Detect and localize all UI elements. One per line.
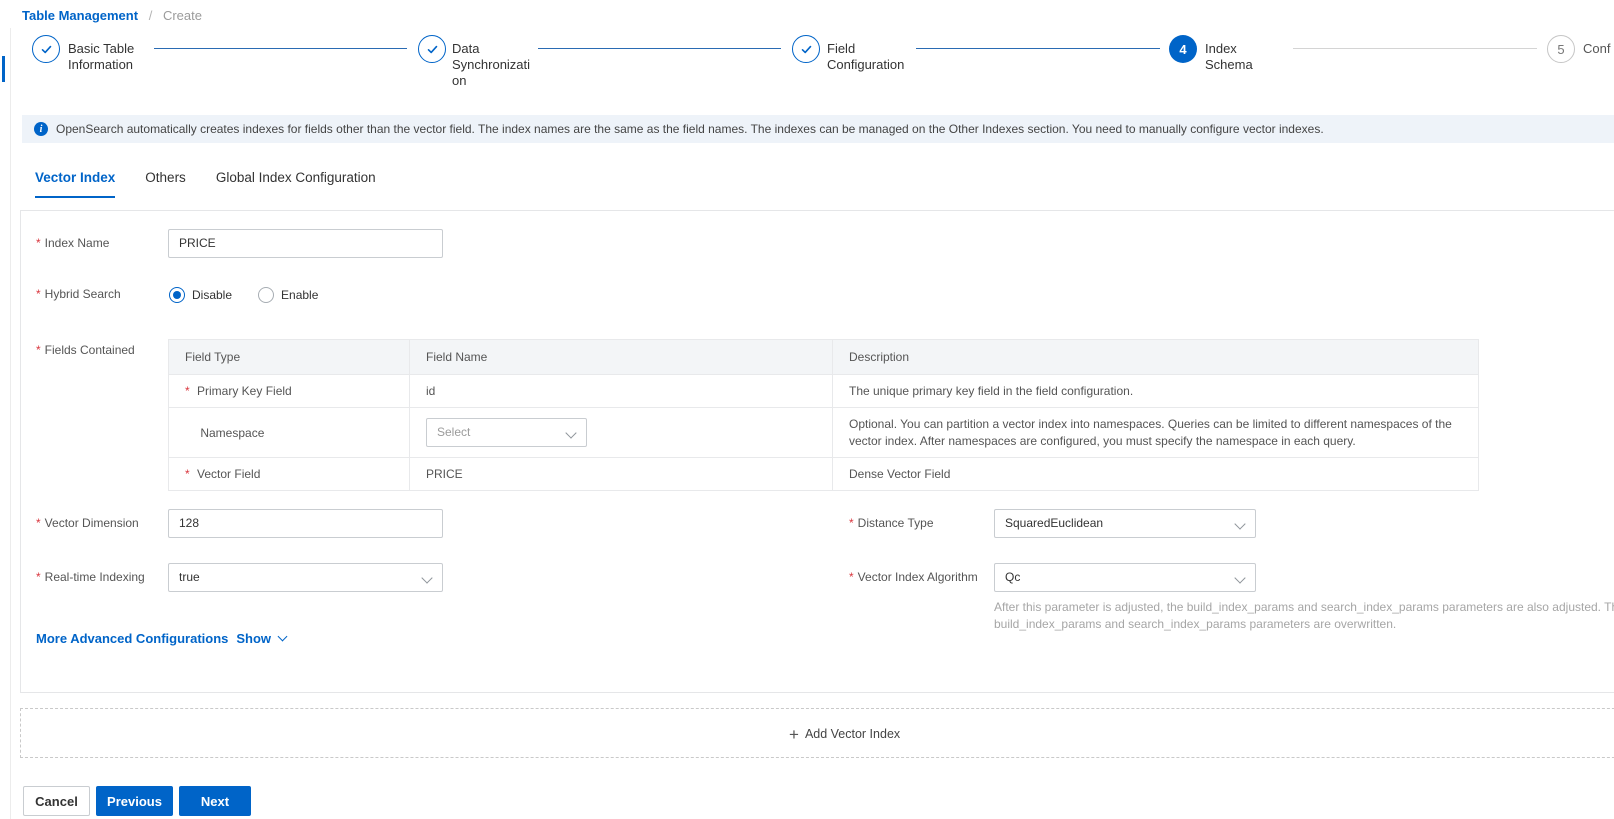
field-type-value: Primary Key Field [197, 384, 292, 398]
radio-dot-icon [258, 287, 275, 303]
required-marker: * [36, 570, 41, 584]
distance-type-label: * Distance Type [849, 516, 934, 530]
step-connector-2 [538, 48, 781, 49]
vector-dimension-label: * Vector Dimension [36, 516, 139, 530]
field-description: The unique primary key field in the fiel… [832, 374, 1479, 408]
column-header-field-type: Field Type [168, 339, 410, 375]
field-name-value: id [409, 374, 833, 408]
step-4-circle[interactable]: 4 [1169, 35, 1197, 63]
wizard-stepper: Basic Table Information Data Synchroniza… [0, 0, 1614, 100]
vector-index-algorithm-label: * Vector Index Algorithm [849, 570, 978, 584]
chevron-down-icon [565, 427, 577, 439]
realtime-indexing-select[interactable]: true [168, 563, 443, 592]
column-header-field-name: Field Name [409, 339, 833, 375]
tab-global-index-configuration[interactable]: Global Index Configuration [216, 170, 376, 198]
fields-contained-label: * Fields Contained [36, 343, 135, 357]
vector-index-algorithm-select[interactable]: Qc [994, 563, 1256, 592]
step-connector-4 [1293, 48, 1537, 49]
required-marker: * [849, 516, 854, 530]
chevron-down-icon [421, 572, 433, 584]
radio-dot-icon [169, 287, 185, 303]
index-name-input[interactable]: PRICE [168, 229, 443, 258]
distance-type-select[interactable]: SquaredEuclidean [994, 509, 1256, 538]
step-connector-1 [154, 48, 407, 49]
tab-vector-index[interactable]: Vector Index [35, 170, 116, 198]
check-icon [800, 43, 813, 56]
vector-dimension-input[interactable]: 128 [168, 509, 443, 538]
column-header-description: Description [832, 339, 1479, 375]
step-5-circle[interactable]: 5 [1547, 35, 1575, 63]
field-type-value: Vector Field [197, 467, 261, 481]
step-1-circle[interactable] [32, 35, 60, 63]
info-icon: i [34, 122, 48, 136]
chevron-down-icon [277, 631, 288, 642]
step-connector-3 [916, 48, 1160, 49]
field-description: Dense Vector Field [832, 457, 1479, 491]
add-vector-index-area: + Add Vector Index [20, 708, 1614, 758]
radio-enable[interactable]: Enable [258, 287, 318, 303]
step-5-label[interactable]: Conf [1583, 41, 1614, 57]
hybrid-search-radio-group: Disable Enable [169, 285, 318, 305]
fields-contained-table: Field Type Field Name Description * Prim… [168, 339, 1479, 491]
required-marker: * [36, 516, 41, 530]
table-row-namespace: Namespace Select Optional. You can parti… [168, 407, 1479, 458]
chevron-down-icon [1234, 518, 1246, 530]
step-3-circle[interactable] [792, 35, 820, 63]
step-2-label[interactable]: Data Synchronization [452, 41, 534, 89]
check-icon [40, 43, 53, 56]
step-2-circle[interactable] [418, 35, 446, 63]
required-marker: * [185, 384, 190, 398]
required-marker: * [185, 467, 190, 481]
step-4-label[interactable]: Index Schema [1205, 41, 1287, 73]
plus-icon: + [789, 724, 799, 744]
tab-others[interactable]: Others [145, 170, 186, 198]
table-row-vector-field: * Vector Field PRICE Dense Vector Field [168, 457, 1479, 491]
step-4-number: 4 [1179, 41, 1187, 57]
field-name-value: PRICE [409, 457, 833, 491]
field-description: Optional. You can partition a vector ind… [832, 407, 1479, 458]
vector-index-form-card: * Index Name PRICE * Hybrid Search Disable… [20, 210, 1614, 693]
step-5-number: 5 [1557, 41, 1565, 57]
radio-disable[interactable]: Disable [169, 287, 232, 303]
required-marker: * [849, 570, 854, 584]
step-1-label[interactable]: Basic Table Information [68, 41, 150, 73]
check-icon [426, 43, 439, 56]
chevron-down-icon [1234, 572, 1246, 584]
next-button[interactable]: Next [179, 786, 251, 816]
required-marker: * [36, 343, 41, 357]
index-name-label: * Index Name [36, 236, 110, 250]
left-divider-line [10, 28, 11, 819]
info-banner-text: OpenSearch automatically creates indexes… [56, 122, 1324, 136]
field-type-value: Namespace [200, 425, 265, 440]
index-tabs: Vector Index Others Global Index Configu… [35, 170, 376, 198]
add-vector-index-button[interactable]: + Add Vector Index [789, 709, 900, 759]
cancel-button[interactable]: Cancel [23, 786, 90, 816]
realtime-indexing-label: * Real-time Indexing [36, 570, 145, 584]
step-3-label[interactable]: Field Configuration [827, 41, 909, 73]
required-marker: * [36, 287, 41, 301]
table-row-primary-key: * Primary Key Field id The unique primar… [168, 374, 1479, 408]
previous-button[interactable]: Previous [96, 786, 173, 816]
more-advanced-configurations-toggle[interactable]: More Advanced Configurations Show [36, 631, 288, 646]
required-marker: * [36, 236, 41, 250]
namespace-select[interactable]: Select [426, 418, 587, 447]
info-banner: i OpenSearch automatically creates index… [22, 115, 1614, 143]
hybrid-search-label: * Hybrid Search [36, 287, 121, 301]
algorithm-note: After this parameter is adjusted, the bu… [994, 600, 1614, 631]
